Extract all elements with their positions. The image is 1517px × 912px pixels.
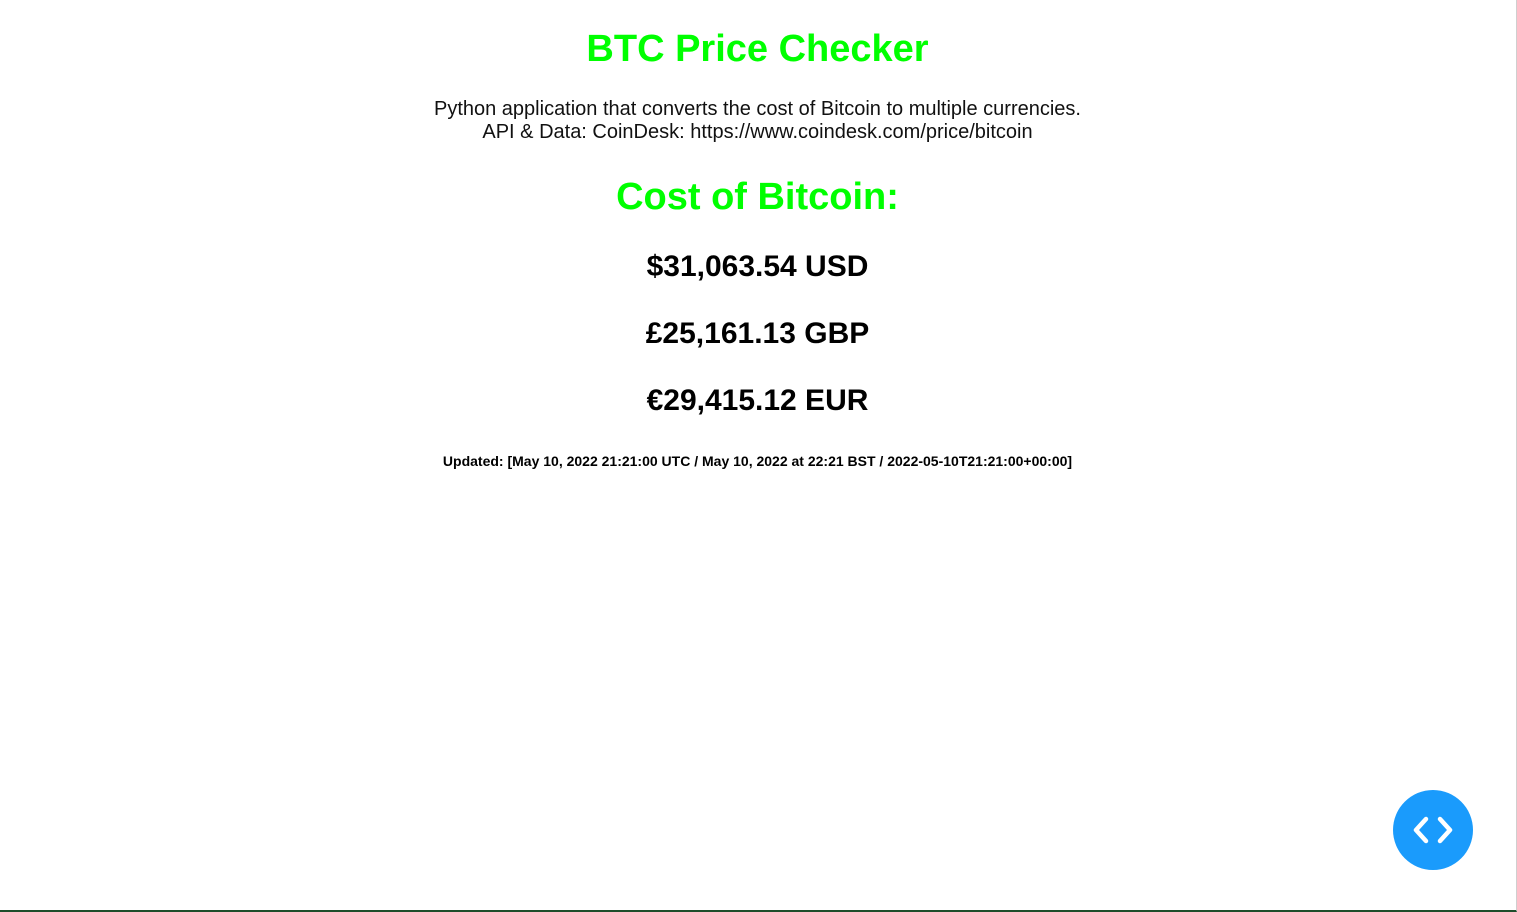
price-usd: $31,063.54 USD <box>646 250 869 283</box>
description-line-1: Python application that converts the cos… <box>433 98 1081 120</box>
code-icon <box>1408 815 1458 845</box>
app-description: Python application that converts the cos… <box>0 98 1515 144</box>
price-gbp: £25,161.13 GBP <box>645 317 870 350</box>
price-eur: €29,415.12 EUR <box>646 384 869 417</box>
page-title: BTC Price Checker <box>586 28 929 70</box>
view-code-button[interactable] <box>1393 790 1473 870</box>
page-frame: BTC Price Checker Python application tha… <box>0 0 1517 912</box>
description-line-2: API & Data: CoinDesk: https://www.coinde… <box>482 121 1033 143</box>
cost-heading: Cost of Bitcoin: <box>616 176 899 218</box>
updated-timestamp: Updated: [May 10, 2022 21:21:00 UTC / Ma… <box>442 453 1073 469</box>
